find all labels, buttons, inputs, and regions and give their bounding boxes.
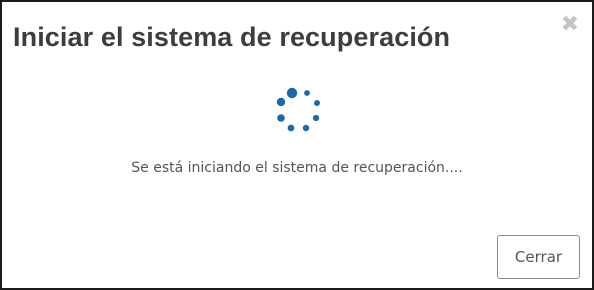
dialog-title: Iniciar el sistema de recuperación [13, 22, 451, 52]
spinner-svg [276, 87, 320, 132]
spinner-dot [304, 90, 310, 96]
spinner-dot [276, 97, 286, 107]
spinner-dot [286, 87, 298, 99]
status-message: Se está iniciando el sistema de recupera… [131, 160, 463, 176]
spinner-dot [302, 124, 310, 132]
close-icon[interactable]: ✖ [558, 13, 582, 37]
loading-spinner-icon [272, 84, 326, 138]
recovery-dialog: Iniciar el sistema de recuperación ✖ Se … [0, 0, 594, 290]
close-button[interactable]: Cerrar [497, 235, 580, 279]
spinner-dot [314, 100, 320, 106]
spinner-dot [312, 114, 320, 122]
spinner-dot [277, 114, 285, 122]
spinner-dot [287, 124, 295, 132]
